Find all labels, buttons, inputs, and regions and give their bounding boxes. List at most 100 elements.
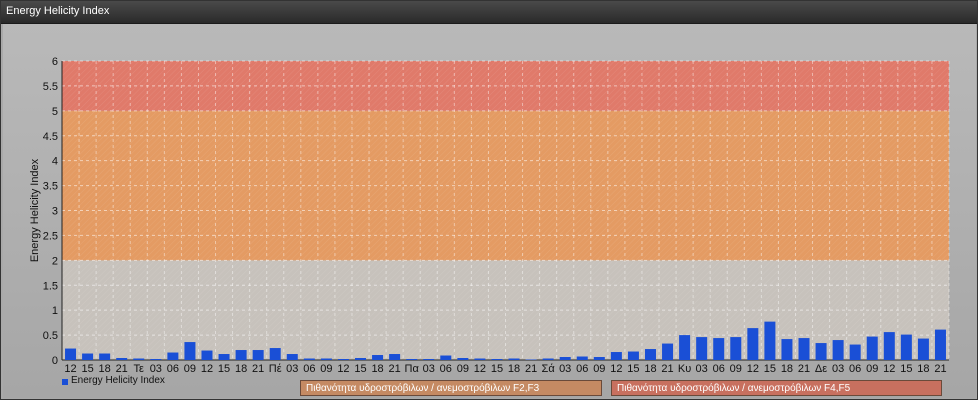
- bar: [65, 348, 77, 360]
- bar: [389, 354, 401, 360]
- y-tick-label: 1: [52, 305, 58, 317]
- x-tick-label: 18: [99, 363, 111, 375]
- bar: [644, 349, 656, 360]
- bar: [696, 337, 708, 360]
- x-tick-label: Σά: [542, 363, 556, 375]
- x-tick-label: 18: [508, 363, 520, 375]
- x-tick-label: 12: [610, 363, 622, 375]
- x-tick-label: 18: [371, 363, 383, 375]
- bar: [883, 332, 895, 360]
- x-tick-label: 18: [781, 363, 793, 375]
- x-tick-label: 15: [627, 363, 639, 375]
- bar: [167, 352, 179, 360]
- y-axis-label: Energy Helicity Index: [29, 158, 41, 262]
- x-tick-label: 09: [593, 363, 605, 375]
- x-tick-label: 06: [713, 363, 725, 375]
- x-tick-label: 12: [64, 363, 76, 375]
- y-tick-label: 2: [52, 255, 58, 267]
- x-tick-label: 03: [150, 363, 162, 375]
- y-tick-label: 2.5: [43, 230, 58, 242]
- y-tick-label: 6: [52, 56, 58, 68]
- bar: [662, 343, 674, 360]
- x-tick-label: 03: [832, 363, 844, 375]
- bar: [525, 359, 537, 361]
- x-tick-label: 12: [747, 363, 759, 375]
- bar: [542, 358, 554, 360]
- y-tick-label: 1.5: [43, 280, 58, 292]
- x-tick-label: 12: [337, 363, 349, 375]
- bar: [849, 344, 861, 360]
- x-tick-label: 12: [474, 363, 486, 375]
- x-tick-label: 03: [696, 363, 708, 375]
- y-tick-label: 5: [52, 106, 58, 118]
- legend-band-f2f3: Πιθανότητα υδροστρόβιλων / ανεμοστρόβιλω…: [300, 380, 602, 396]
- x-tick-label: 09: [457, 363, 469, 375]
- bar: [440, 355, 452, 360]
- bar: [917, 338, 929, 360]
- bar: [491, 359, 503, 360]
- bar: [82, 353, 94, 360]
- bar: [815, 343, 827, 360]
- x-tick-label: 03: [286, 363, 298, 375]
- x-tick-label: Δε: [815, 363, 827, 375]
- bar: [372, 355, 384, 360]
- x-tick-label: 15: [354, 363, 366, 375]
- y-tick-label: 3: [52, 206, 58, 218]
- bar: [99, 353, 111, 360]
- y-tick-label: 5.5: [43, 81, 58, 93]
- x-tick-label: 21: [661, 363, 673, 375]
- bar: [320, 358, 332, 360]
- bar: [559, 357, 571, 360]
- bar: [218, 354, 230, 360]
- bar: [747, 328, 759, 360]
- x-tick-label: 03: [559, 363, 571, 375]
- bar: [201, 350, 213, 360]
- x-tick-label: 15: [491, 363, 503, 375]
- x-tick-label: 09: [866, 363, 878, 375]
- x-tick-label: 18: [235, 363, 247, 375]
- x-tick-label: 12: [883, 363, 895, 375]
- chart-window: Energy Helicity Index 0 0.5 1 1.5 2 2.5 3 3.5 4 4…: [0, 0, 978, 400]
- x-tick-label: Κυ: [678, 363, 691, 375]
- bar: [406, 359, 418, 360]
- x-tick-label: 09: [730, 363, 742, 375]
- bar: [627, 351, 639, 360]
- bar: [286, 354, 298, 360]
- x-tick-label: 06: [576, 363, 588, 375]
- x-tick-label: Πα: [405, 363, 420, 375]
- bar: [798, 338, 810, 360]
- x-tick-label: 06: [303, 363, 315, 375]
- x-tick-label: 18: [917, 363, 929, 375]
- y-tick-label: 4: [52, 156, 58, 168]
- x-tick-label: 15: [900, 363, 912, 375]
- x-tick-label: Πέ: [269, 363, 282, 375]
- bar: [474, 358, 486, 360]
- bar: [781, 339, 793, 360]
- x-tick-label: 06: [440, 363, 452, 375]
- bar: [679, 335, 691, 360]
- x-tick-label: 06: [849, 363, 861, 375]
- x-tick-label: 18: [644, 363, 656, 375]
- y-tick-label: 4.5: [43, 131, 58, 143]
- x-tick-label: 03: [423, 363, 435, 375]
- bar: [423, 359, 435, 360]
- y-tick-label: 0.5: [43, 330, 58, 342]
- bar: [900, 334, 912, 360]
- x-tick-label: 15: [764, 363, 776, 375]
- bar: [713, 338, 725, 360]
- x-tick-label: 21: [252, 363, 264, 375]
- bar: [576, 356, 588, 360]
- bar: [832, 340, 844, 360]
- x-tick-label: 21: [116, 363, 128, 375]
- bar: [457, 358, 469, 360]
- x-tick-label: 06: [167, 363, 179, 375]
- x-tick-label: 15: [218, 363, 230, 375]
- legend-swatch-ehi: [62, 379, 68, 385]
- legend-band-f4f5: Πιθανότητα υδροστρόβιλων / ανεμοστρόβιλω…: [611, 380, 942, 396]
- bar: [764, 321, 776, 360]
- bar: [235, 350, 247, 360]
- bar: [593, 357, 605, 360]
- bar: [508, 358, 520, 360]
- x-tick-label: 12: [201, 363, 213, 375]
- bar: [303, 358, 315, 360]
